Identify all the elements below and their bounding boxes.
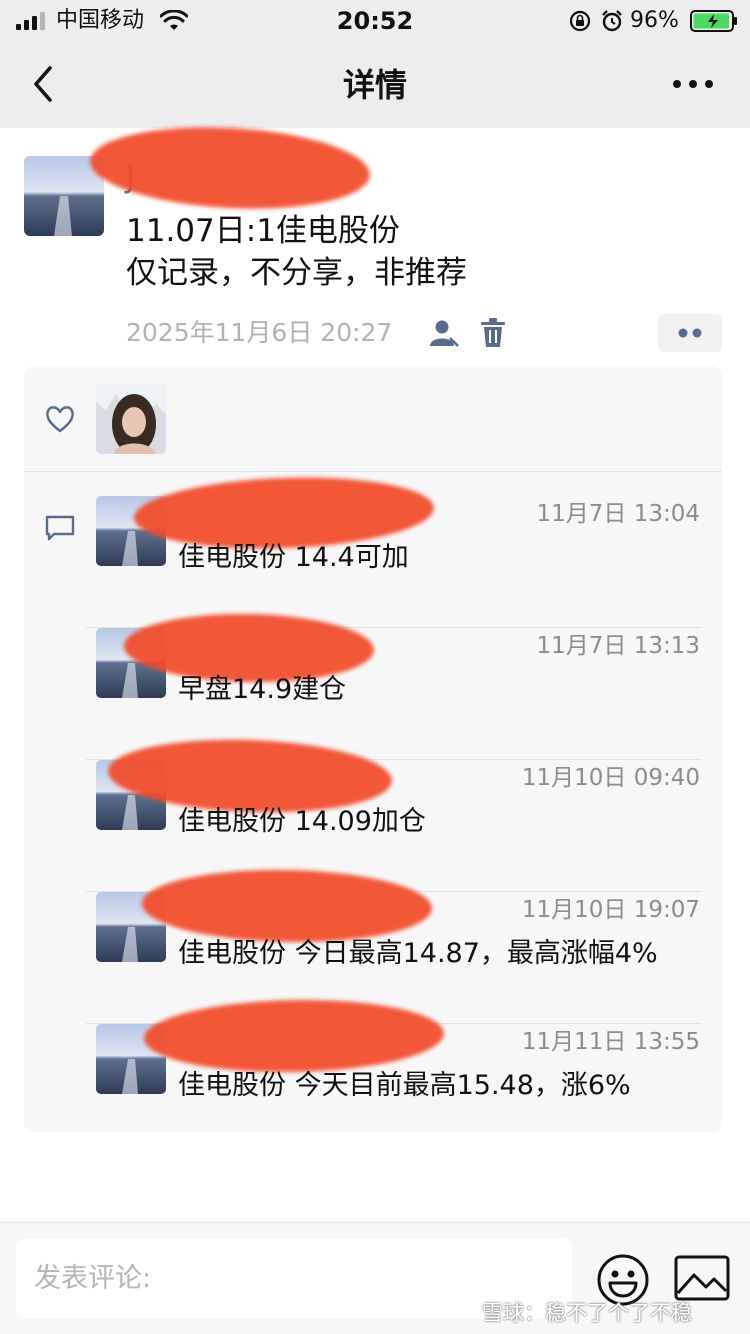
trash-icon[interactable] xyxy=(480,318,506,348)
post-timestamp: 2025年11月6日 20:27 xyxy=(126,318,393,347)
nav-bar: 详情 xyxy=(0,44,750,128)
redaction-mark xyxy=(88,120,372,216)
comment-text: 早盘14.9建仓 xyxy=(178,674,347,705)
ellipsis-icon[interactable] xyxy=(668,74,718,94)
status-bar: 中国移动 20:52 96% xyxy=(0,0,750,44)
comment-time: 11月7日 13:13 xyxy=(536,633,701,659)
comment-item[interactable]: 11月7日 13:13 早盘14.9建仓 xyxy=(24,611,722,760)
battery-icon xyxy=(690,10,737,32)
bottom-bar: 发表评论: 雪球：稳不了个了不稳 xyxy=(0,1222,750,1334)
likes-row xyxy=(24,366,722,472)
comment-item[interactable]: 11月10日 09:40 佳电股份 14.09加仓 xyxy=(24,735,722,892)
dots-icon xyxy=(678,328,702,338)
alarm-icon xyxy=(602,10,622,32)
comment-text: 佳电股份 14.4可加 xyxy=(178,542,409,573)
page-title: 详情 xyxy=(342,66,407,104)
post-line-1: 11.07日:1佳电股份 xyxy=(126,213,400,249)
comment-text: 佳电股份 今天目前最高15.48，涨6% xyxy=(178,1070,631,1101)
comment-text: 佳电股份 14.09加仓 xyxy=(178,806,426,837)
portrait-avatar-image xyxy=(96,384,166,454)
post-content: 11.07日:1佳电股份 仅记录，不分享，非推荐 xyxy=(126,210,467,294)
rotation-lock-icon xyxy=(569,10,591,32)
image-icon[interactable] xyxy=(674,1255,730,1301)
post-more-button[interactable] xyxy=(658,314,722,352)
watermark: 雪球：稳不了个了不稳 xyxy=(482,1301,692,1325)
heart-icon xyxy=(46,406,74,433)
comment-item[interactable]: 11月11日 13:55 佳电股份 今天目前最高15.48，涨6% xyxy=(24,997,722,1124)
private-visibility-icon[interactable] xyxy=(428,318,460,348)
comment-time: 11月11日 13:55 xyxy=(521,1029,700,1055)
post-line-2: 仅记录，不分享，非推荐 xyxy=(126,255,467,291)
divider xyxy=(24,471,722,472)
interaction-panel: 11月7日 13:04 佳电股份 14.4可加 11月7日 13:13 早盘14… xyxy=(24,366,722,1132)
comment-text: 佳电股份 今日最高14.87，最高涨幅4% xyxy=(178,938,658,969)
comment-time: 11月7日 13:04 xyxy=(536,501,701,527)
battery-percent: 96% xyxy=(630,8,679,33)
comment-item[interactable]: 11月7日 13:04 佳电股份 14.4可加 xyxy=(24,472,722,628)
liker-avatar[interactable] xyxy=(96,384,166,454)
comment-time: 11月10日 09:40 xyxy=(521,765,700,791)
comment-time: 11月10日 19:07 xyxy=(521,897,700,923)
